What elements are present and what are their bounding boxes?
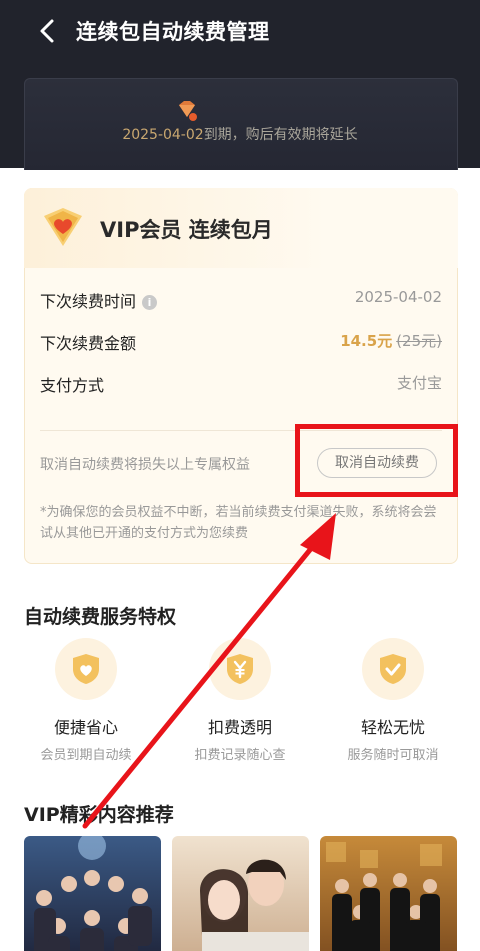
- expiry-date: 2025-04-02: [122, 127, 204, 143]
- info-icon[interactable]: i: [142, 295, 158, 310]
- expiry-suffix: 到期，购后有效期将延长: [203, 127, 358, 143]
- next-renewal-amount-value: 14.5元 (25元): [340, 330, 442, 351]
- expiry-text: 2025-04-02到期，购后有效期将延长: [0, 124, 480, 144]
- heart-shield-icon: [73, 654, 99, 684]
- benefit-title: 轻松无忧: [360, 718, 425, 737]
- diamond-icon: [179, 101, 197, 121]
- benefit-title: 便捷省心: [53, 718, 118, 737]
- chevron-left-icon[interactable]: [36, 18, 60, 44]
- content-poster[interactable]: [172, 836, 309, 951]
- recommend-title: VIP精彩内容推荐: [24, 804, 174, 826]
- vip-heart-icon: [44, 208, 82, 246]
- nav-bar: 连续包自动续费管理: [0, 0, 480, 62]
- benefit-convenient: 便捷省心 会员到期自动续: [11, 638, 161, 763]
- privileges-title: 自动续费服务特权: [24, 606, 177, 628]
- payment-method-value: 支付宝: [396, 374, 442, 392]
- payment-method-label: 支付方式: [40, 376, 105, 395]
- next-renewal-time-value: 2025-04-02: [354, 288, 442, 306]
- benefit-worry-free: 轻松无忧 服务随时可取消: [318, 638, 468, 763]
- renewal-price: 14.5元: [340, 332, 393, 350]
- benefit-transparent: 扣费透明 扣费记录随心查: [165, 638, 315, 763]
- poster-image: [320, 836, 457, 951]
- benefit-subtitle: 会员到期自动续: [40, 748, 132, 763]
- red-highlight-box: [295, 424, 458, 497]
- poster-image: [172, 836, 309, 951]
- benefit-icon-circle: [55, 638, 117, 700]
- next-renewal-amount-label: 下次续费金额: [40, 334, 137, 353]
- benefit-icon-circle: [362, 638, 424, 700]
- renewal-note: *为确保您的会员权益不中断，若当前续费支付渠道失败，系统将会尝试从其他已开通的支…: [40, 505, 437, 541]
- content-poster[interactable]: [24, 836, 161, 951]
- content-poster[interactable]: [320, 836, 457, 951]
- benefit-icon-circle: [209, 638, 271, 700]
- benefit-subtitle: 服务随时可取消: [347, 748, 439, 763]
- cancel-warning-text: 取消自动续费将损失以上专属权益: [40, 457, 250, 473]
- original-price: (25元): [396, 332, 442, 350]
- page-title: 连续包自动续费管理: [76, 20, 270, 44]
- yen-shield-icon: [227, 654, 253, 684]
- check-shield-icon: [380, 654, 406, 684]
- poster-image: [24, 836, 161, 951]
- vip-plan-title: VIP会员 连续包月: [100, 218, 273, 242]
- next-renewal-time-label: 下次续费时间 i: [40, 288, 158, 312]
- benefit-title: 扣费透明: [207, 718, 272, 737]
- benefit-subtitle: 扣费记录随心查: [194, 748, 286, 763]
